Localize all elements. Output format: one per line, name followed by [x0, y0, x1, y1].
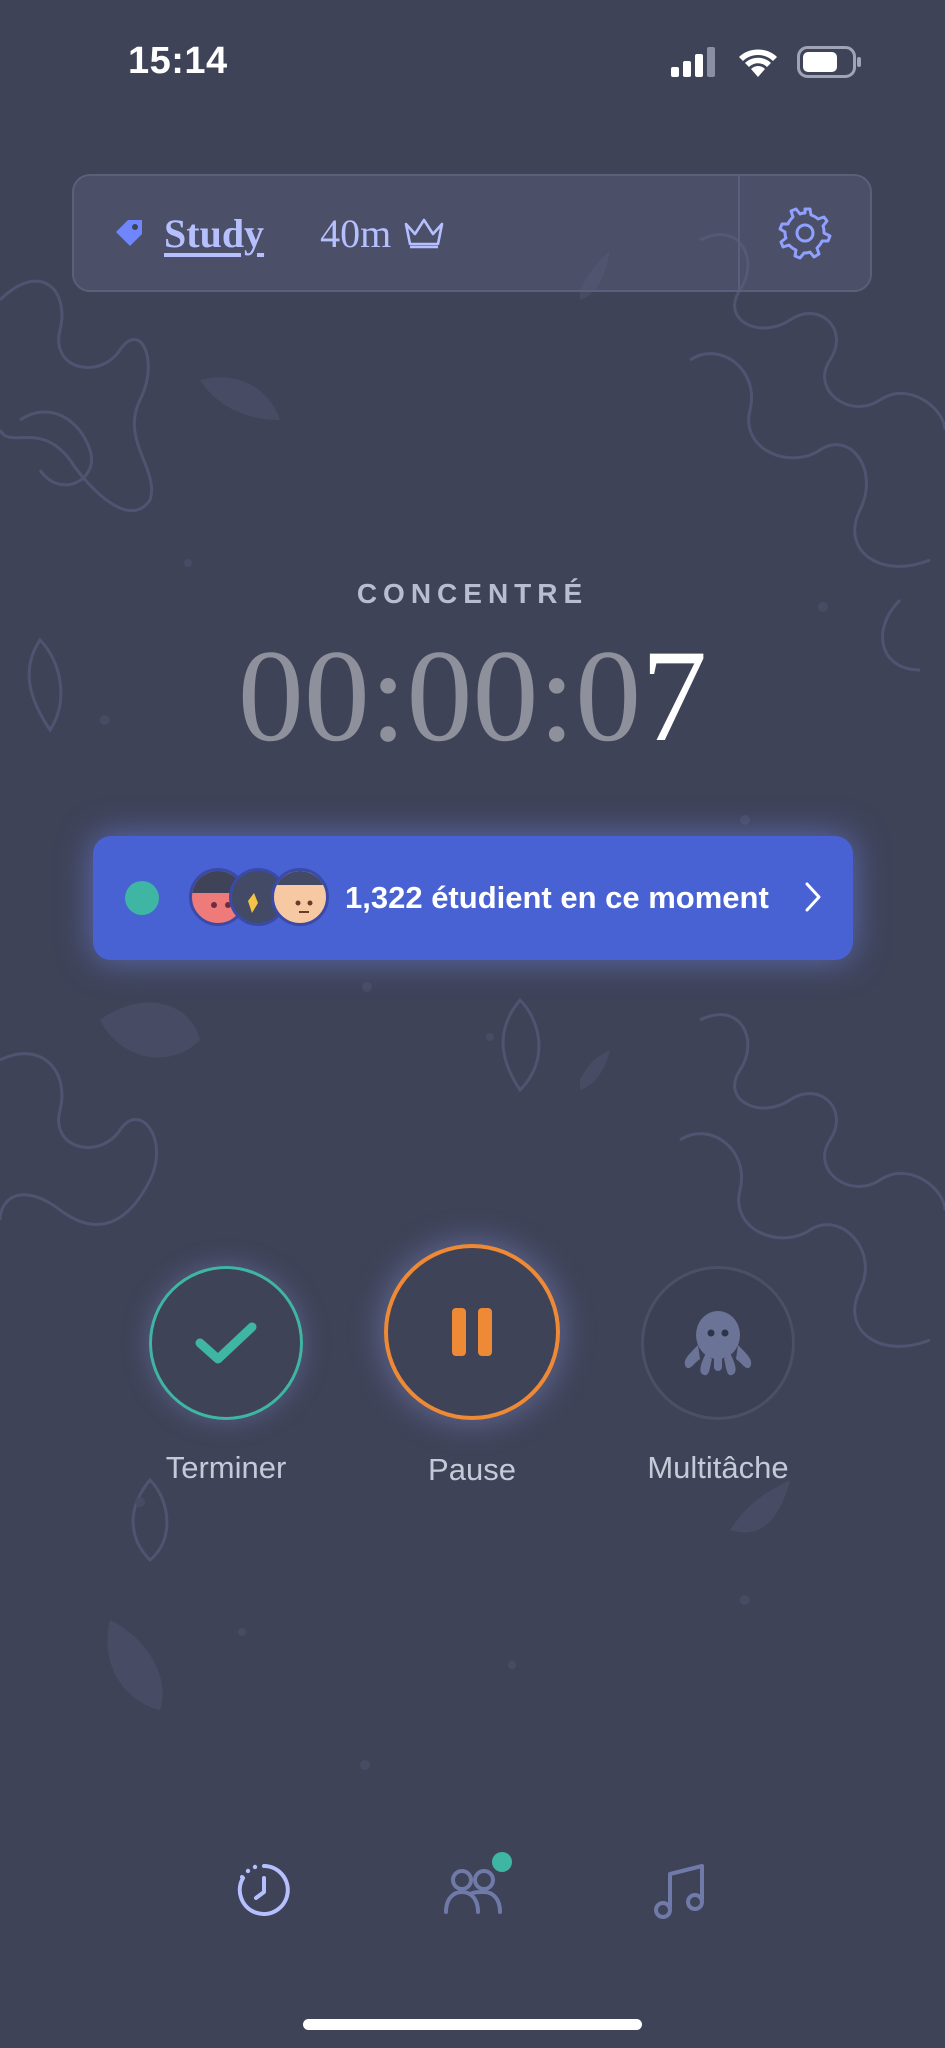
- live-indicator-dot: [125, 881, 159, 915]
- tag-name[interactable]: Study: [164, 210, 264, 257]
- background-decoration: [0, 233, 945, 1770]
- timer-icon: [237, 1864, 290, 1916]
- finish-action: Terminer: [106, 1240, 346, 1486]
- pause-button[interactable]: [384, 1244, 560, 1420]
- settings-button[interactable]: [740, 176, 870, 290]
- multitask-button[interactable]: [641, 1266, 795, 1420]
- avatar: [271, 868, 329, 926]
- finish-button[interactable]: [149, 1266, 303, 1420]
- timer-elapsed-dim: 00:00:0: [237, 622, 642, 769]
- signal-icon: [671, 47, 715, 77]
- home-indicator[interactable]: [303, 2019, 642, 2030]
- bottom-nav: [0, 1850, 945, 1950]
- crown-icon: [404, 218, 444, 249]
- chevron-right-icon: [805, 882, 821, 912]
- status-time: 15:14: [128, 40, 228, 82]
- multitask-label: Multitâche: [647, 1450, 789, 1485]
- notification-badge: [492, 1852, 512, 1872]
- timer-elapsed-current: 7: [641, 622, 708, 769]
- wifi-icon: [739, 49, 777, 77]
- battery-icon: [797, 46, 861, 78]
- gear-icon: [778, 207, 832, 260]
- multitask-action: Multitâche: [598, 1240, 838, 1486]
- session-duration: 40m: [320, 210, 392, 256]
- timer-display: 00:00:07: [0, 630, 945, 762]
- timer-mode-label: CONCENTRÉ: [356, 578, 589, 609]
- nav-timer[interactable]: [224, 1850, 304, 1930]
- music-icon: [654, 1864, 704, 1919]
- tag-selector[interactable]: Study 40m: [74, 176, 738, 290]
- tag-icon: [116, 220, 142, 246]
- finish-label: Terminer: [165, 1450, 287, 1485]
- nav-music[interactable]: [640, 1850, 720, 1930]
- status-bar: 15:14: [0, 0, 945, 120]
- tag-header: Study 40m: [72, 174, 872, 292]
- live-studying-count: 1,322 étudient en ce moment: [345, 880, 769, 915]
- pause-action: Pause: [352, 1240, 592, 1488]
- pause-label: Pause: [428, 1452, 516, 1487]
- nav-friends[interactable]: [432, 1850, 512, 1930]
- status-icons: [671, 46, 863, 78]
- live-studying-banner[interactable]: 1,322 étudient en ce moment: [93, 836, 853, 960]
- checkmark-icon: [195, 1322, 257, 1364]
- avatar-group: [189, 868, 339, 928]
- friends-icon: [444, 1869, 502, 1914]
- octopus-icon: [684, 1311, 752, 1376]
- pause-icon: [452, 1308, 492, 1356]
